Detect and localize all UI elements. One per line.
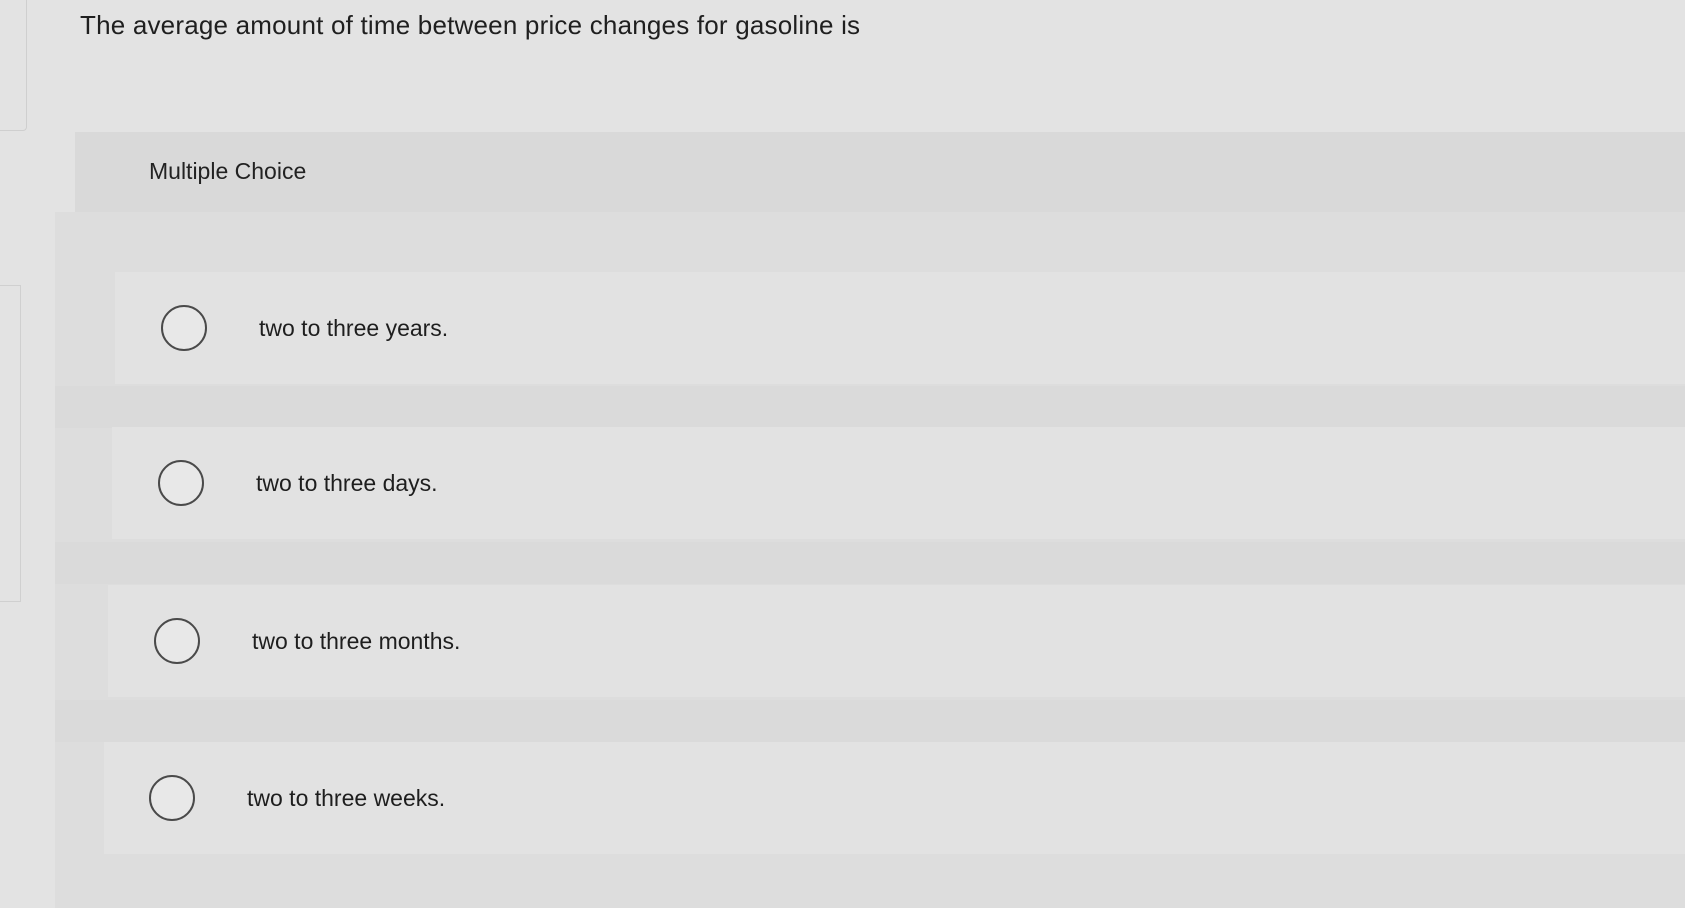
question-text: The average amount of time between price… — [80, 10, 861, 40]
multiple-choice-label: Multiple Choice — [149, 158, 307, 184]
answer-option-label: two to three months. — [252, 627, 461, 654]
divider — [55, 700, 1685, 742]
divider — [55, 542, 1685, 584]
divider — [55, 386, 1685, 428]
window-edge — [0, 285, 21, 602]
answer-option[interactable]: two to three months. — [108, 585, 1685, 697]
radio-button[interactable] — [161, 305, 207, 351]
answer-option-label: two to three days. — [256, 469, 438, 496]
radio-button[interactable] — [149, 775, 195, 821]
answer-option[interactable]: two to three years. — [115, 272, 1685, 384]
multiple-choice-header — [75, 132, 1685, 212]
window-edge — [0, 0, 27, 131]
answer-option[interactable]: two to three days. — [112, 427, 1685, 539]
answer-option[interactable]: two to three weeks. — [104, 742, 1685, 854]
radio-button[interactable] — [158, 460, 204, 506]
answer-option-label: two to three years. — [259, 314, 449, 341]
radio-button[interactable] — [154, 618, 200, 664]
answer-option-label: two to three weeks. — [247, 784, 446, 811]
